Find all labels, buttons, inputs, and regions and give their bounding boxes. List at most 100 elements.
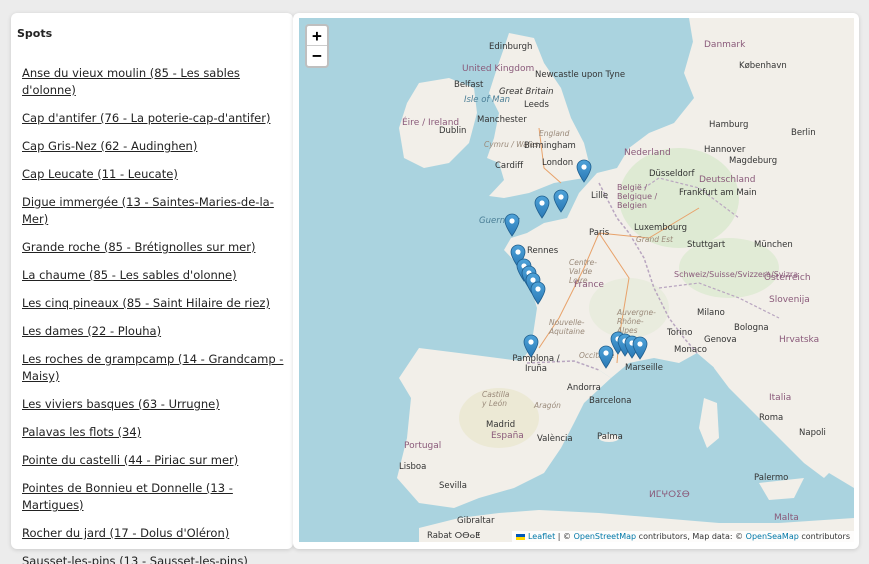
zoom-in-button[interactable]: + <box>307 26 327 46</box>
map-label: Great Britain <box>499 87 554 97</box>
spot-link[interactable]: Cap d'antifer (76 - La poterie-cap-d'ant… <box>22 111 270 125</box>
map-label: Italia <box>769 393 792 403</box>
openseamap-link[interactable]: OpenSeaMap <box>746 532 799 541</box>
map-label: Torino <box>667 328 693 338</box>
spot-marker[interactable] <box>632 336 648 360</box>
map-label: Hrvatska <box>779 335 820 345</box>
map-label: Luxembourg <box>634 223 687 233</box>
map-label: Belfast <box>454 80 484 90</box>
list-item: Sausset-les-pins (13 - Sausset-les-pins) <box>22 552 284 564</box>
map-label: Newcastle upon Tyne <box>535 70 626 80</box>
list-item: Grande roche (85 - Brétignolles sur mer) <box>22 238 284 255</box>
map-attribution: Leaflet | © OpenStreetMap contributors, … <box>512 531 854 542</box>
map-container: Danmark København Edinburgh United Kingd… <box>293 13 859 549</box>
map-label: Rabat ⵔⴱⴰⵟ <box>427 531 481 541</box>
map-label: Dublin <box>439 126 467 136</box>
map-label: Lisboa <box>399 462 427 472</box>
map-label: Edinburgh <box>489 42 533 52</box>
list-item: Pointes de Bonnieu et Donnelle (13 - Mar… <box>22 479 284 513</box>
map-label: Aragón <box>534 401 561 410</box>
map-label: København <box>739 61 787 71</box>
spot-link[interactable]: Les roches de grampcamp (14 - Grandcamp … <box>22 352 283 383</box>
map-label: Frankfurt am Main <box>679 188 757 198</box>
map-label: Bologna <box>734 323 769 333</box>
spot-link[interactable]: La chaume (85 - Les sables d'olonne) <box>22 268 237 282</box>
map-label: France <box>574 280 604 290</box>
map-label: Roma <box>759 413 784 423</box>
map-label: Nederland <box>624 148 671 158</box>
spot-marker[interactable] <box>553 189 569 213</box>
map-label: Danmark <box>704 40 746 50</box>
spot-link[interactable]: Les cinq pineaux (85 - Saint Hilaire de … <box>22 296 270 310</box>
spot-link[interactable]: Les viviers basques (63 - Urrugne) <box>22 397 220 411</box>
list-item: Palavas les flots (34) <box>22 423 284 440</box>
map-label: Palma <box>597 432 623 442</box>
map-label: Malta <box>774 513 799 523</box>
map-label: Napoli <box>799 428 826 438</box>
spot-link[interactable]: Digue immergée (13 - Saintes-Maries-de-l… <box>22 195 274 226</box>
zoom-control: + − <box>305 24 329 68</box>
spots-panel: Spots Anse du vieux moulin (85 - Les sab… <box>11 13 293 564</box>
map-label: València <box>537 434 573 444</box>
osm-link[interactable]: OpenStreetMap <box>574 532 637 541</box>
leaflet-link[interactable]: Leaflet <box>528 532 555 541</box>
map-label: Slovenija <box>769 295 810 305</box>
map-label: Leeds <box>524 100 549 110</box>
spot-link[interactable]: Cap Gris-Nez (62 - Audinghen) <box>22 139 197 153</box>
map-label: Nouvelle-Aquitaine <box>549 318 585 336</box>
spot-link[interactable]: Grande roche (85 - Brétignolles sur mer) <box>22 240 255 254</box>
map-label: España <box>491 431 524 441</box>
spot-marker[interactable] <box>534 195 550 219</box>
spot-link[interactable]: Anse du vieux moulin (85 - Les sables d'… <box>22 66 240 97</box>
list-item: Digue immergée (13 - Saintes-Maries-de-l… <box>22 193 284 227</box>
spot-link[interactable]: Les dames (22 - Plouha) <box>22 324 161 338</box>
list-item: Cap d'antifer (76 - La poterie-cap-d'ant… <box>22 109 284 126</box>
map-label: België / Belgique / Belgien <box>617 183 658 210</box>
spot-marker[interactable] <box>530 281 546 305</box>
map-label: Stuttgart <box>687 240 726 250</box>
list-item: Cap Gris-Nez (62 - Audinghen) <box>22 137 284 154</box>
map-label: Andorra <box>567 383 601 393</box>
map-label: Gibraltar <box>457 516 495 526</box>
map-label: Milano <box>697 308 725 318</box>
map-label: Hamburg <box>709 120 749 130</box>
map-label: Lille <box>591 191 609 201</box>
map-label: Hannover <box>704 145 746 155</box>
map-label: Birmingham <box>524 141 576 151</box>
map-label: London <box>542 158 574 168</box>
map-label: Österreich <box>764 273 811 283</box>
map-label: Marseille <box>625 363 664 373</box>
spot-link[interactable]: Cap Leucate (11 - Leucate) <box>22 167 178 181</box>
map-label: Cardiff <box>495 161 524 171</box>
attribution-text: | © <box>555 532 574 541</box>
list-item: Les roches de grampcamp (14 - Grandcamp … <box>22 350 284 384</box>
map-label: Portugal <box>404 441 442 451</box>
map-label: Grand Est <box>636 235 673 244</box>
map-label: Paris <box>589 228 610 238</box>
spot-link[interactable]: Rocher du jard (17 - Dolus d'Oléron) <box>22 526 229 540</box>
map-label: England <box>539 129 570 138</box>
map-label: München <box>754 240 793 250</box>
spot-link[interactable]: Palavas les flots (34) <box>22 425 141 439</box>
list-item: Les viviers basques (63 - Urrugne) <box>22 395 284 412</box>
map-label: Magdeburg <box>729 156 778 166</box>
spot-marker[interactable] <box>523 334 539 358</box>
map-label: Monaco <box>674 345 708 355</box>
spot-link[interactable]: Sausset-les-pins (13 - Sausset-les-pins) <box>22 554 248 564</box>
panel-title: Spots <box>17 27 53 40</box>
map-label: Deutschland <box>699 175 756 185</box>
list-item: Rocher du jard (17 - Dolus d'Oléron) <box>22 524 284 541</box>
list-item: Anse du vieux moulin (85 - Les sables d'… <box>22 64 284 98</box>
map-label: ⵍⵎⵖⵔⵉⴱ <box>649 490 690 500</box>
zoom-out-button[interactable]: − <box>307 46 327 66</box>
spot-marker[interactable] <box>576 159 592 183</box>
list-item: Les dames (22 - Plouha) <box>22 322 284 339</box>
ukraine-flag-icon <box>516 533 526 540</box>
spot-marker[interactable] <box>504 213 520 237</box>
map-label: Genova <box>704 335 737 345</box>
spot-link[interactable]: Pointes de Bonnieu et Donnelle (13 - Mar… <box>22 481 233 512</box>
spot-link[interactable]: Pointe du castelli (44 - Piriac sur mer) <box>22 453 238 467</box>
map[interactable]: Danmark København Edinburgh United Kingd… <box>299 18 854 542</box>
map-label: Berlin <box>791 128 816 138</box>
map-label: Schweiz/Suisse/Svizzera/Svizra <box>674 270 798 279</box>
